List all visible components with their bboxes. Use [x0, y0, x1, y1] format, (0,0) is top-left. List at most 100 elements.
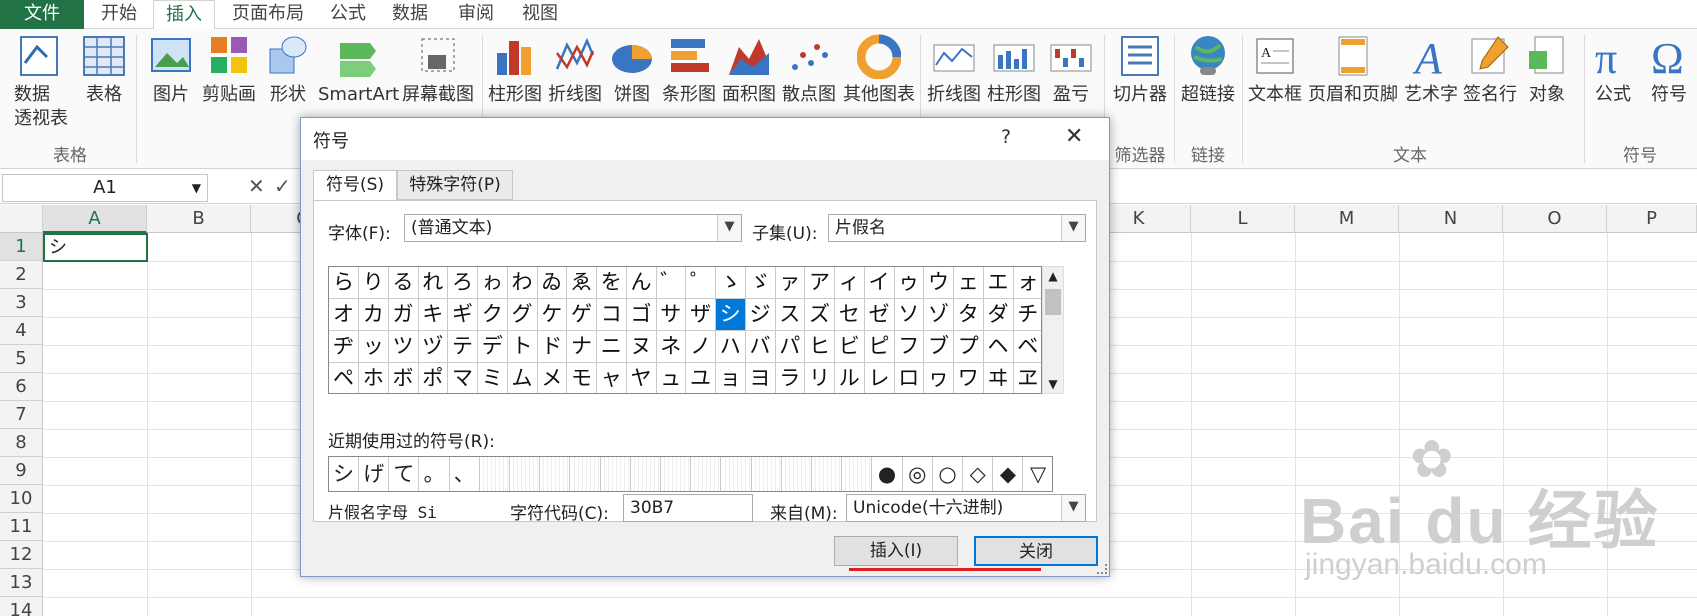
character-cell[interactable]: ド: [537, 331, 568, 363]
row-header[interactable]: 3: [0, 289, 43, 317]
character-cell[interactable]: ゑ: [567, 267, 597, 299]
row-header[interactable]: 10: [0, 485, 43, 513]
cancel-icon[interactable]: ✕: [248, 174, 265, 198]
hyperlink-button[interactable]: 超链接: [1176, 33, 1240, 107]
tab-formulas[interactable]: 公式: [322, 0, 374, 29]
character-cell[interactable]: セ: [834, 299, 865, 331]
row-header[interactable]: 9: [0, 457, 43, 485]
character-cell[interactable]: バ: [745, 331, 776, 363]
character-cell[interactable]: ス: [775, 299, 806, 331]
character-cell[interactable]: ら: [329, 267, 359, 299]
character-cell[interactable]: サ: [656, 299, 687, 331]
character-cell[interactable]: を: [596, 267, 627, 299]
row-header[interactable]: 14: [0, 597, 43, 616]
close-icon[interactable]: ✕: [1065, 124, 1083, 149]
signature-line-button[interactable]: 签名行: [1460, 33, 1520, 107]
recent-symbol-cell[interactable]: ◇: [963, 457, 994, 491]
character-cell[interactable]: ミ: [478, 363, 508, 393]
row-header[interactable]: 13: [0, 569, 43, 597]
clipart-button[interactable]: 剪贴画: [198, 33, 260, 107]
recent-symbol-cell[interactable]: ▽: [1024, 457, 1052, 491]
character-cell[interactable]: ろ: [448, 267, 478, 299]
character-cell[interactable]: ゲ: [567, 299, 597, 331]
recent-symbol-cell[interactable]: ◆: [993, 457, 1024, 491]
screenshot-button[interactable]: 屏幕截图: [400, 33, 476, 107]
character-cell[interactable]: ケ: [537, 299, 568, 331]
resize-grip-icon[interactable]: [1097, 564, 1107, 574]
character-cell[interactable]: ゛: [656, 267, 687, 299]
recent-symbol-empty-cell[interactable]: [661, 457, 692, 491]
character-cell[interactable]: オ: [329, 299, 359, 331]
tab-review[interactable]: 审阅: [450, 0, 502, 29]
recent-symbol-empty-cell[interactable]: [751, 457, 782, 491]
recent-symbol-cell[interactable]: 、: [450, 457, 480, 491]
character-cell[interactable]: ヒ: [805, 331, 835, 363]
tab-symbols[interactable]: 符号(S): [313, 170, 397, 201]
character-cell[interactable]: メ: [537, 363, 568, 393]
character-cell[interactable]: ヂ: [329, 331, 359, 363]
recent-symbol-empty-cell[interactable]: [691, 457, 722, 491]
recent-symbol-empty-cell[interactable]: [480, 457, 510, 491]
recent-symbol-cell[interactable]: ◎: [903, 457, 933, 491]
character-cell[interactable]: コ: [596, 299, 627, 331]
character-cell[interactable]: ナ: [567, 331, 597, 363]
row-header[interactable]: 6: [0, 373, 43, 401]
character-cell[interactable]: ヱ: [1013, 363, 1041, 393]
character-cell[interactable]: ポ: [418, 363, 449, 393]
character-cell[interactable]: れ: [418, 267, 449, 299]
character-cell[interactable]: り: [358, 267, 389, 299]
character-cell[interactable]: イ: [864, 267, 895, 299]
equation-button[interactable]: π 公式: [1586, 33, 1640, 107]
textbox-button[interactable]: A 文本框: [1246, 33, 1304, 107]
character-cell[interactable]: ペ: [329, 363, 359, 393]
sparkline-line-button[interactable]: 折线图: [924, 33, 984, 107]
character-cell[interactable]: ェ: [953, 267, 984, 299]
character-cell[interactable]: ゥ: [894, 267, 925, 299]
character-cell[interactable]: キ: [418, 299, 449, 331]
character-cell[interactable]: タ: [953, 299, 984, 331]
row-header[interactable]: 8: [0, 429, 43, 457]
character-cell[interactable]: フ: [894, 331, 925, 363]
header-footer-button[interactable]: 页眉和页脚: [1304, 33, 1402, 107]
character-cell[interactable]: テ: [448, 331, 478, 363]
character-cell-selected[interactable]: シ: [715, 299, 746, 331]
name-box-dropdown-icon[interactable]: ▼: [192, 175, 201, 201]
row-header[interactable]: 5: [0, 345, 43, 373]
character-cell[interactable]: ブ: [924, 331, 954, 363]
tab-data[interactable]: 数据: [384, 0, 436, 29]
select-all-corner[interactable]: [0, 205, 43, 233]
sparkline-column-button[interactable]: 柱形图: [984, 33, 1044, 107]
character-cell[interactable]: マ: [448, 363, 478, 393]
character-cell[interactable]: カ: [358, 299, 389, 331]
close-button[interactable]: 关闭: [974, 536, 1098, 566]
character-cell[interactable]: ゐ: [537, 267, 568, 299]
character-cell[interactable]: ァ: [775, 267, 806, 299]
pivot-table-button[interactable]: 数据 透视表: [4, 33, 74, 131]
character-cell[interactable]: ト: [507, 331, 538, 363]
other-charts-button[interactable]: 其他图表: [840, 33, 918, 107]
row-header[interactable]: 1: [0, 233, 43, 261]
character-cell[interactable]: ゜: [686, 267, 716, 299]
tab-home[interactable]: 开始: [88, 0, 150, 29]
character-cell[interactable]: ゞ: [745, 267, 776, 299]
character-cell[interactable]: ジ: [745, 299, 776, 331]
tab-page-layout[interactable]: 页面布局: [222, 0, 314, 29]
recent-symbol-empty-cell[interactable]: [721, 457, 752, 491]
character-cell[interactable]: ク: [477, 299, 508, 331]
character-cell[interactable]: ピ: [864, 331, 895, 363]
column-chart-button[interactable]: 柱形图: [486, 33, 544, 107]
character-cell[interactable]: ズ: [805, 299, 835, 331]
character-cell[interactable]: ヨ: [746, 363, 776, 393]
character-cell[interactable]: ゝ: [715, 267, 746, 299]
recent-symbol-empty-cell[interactable]: [600, 457, 631, 491]
character-cell[interactable]: リ: [805, 363, 835, 393]
character-cell[interactable]: ノ: [686, 331, 716, 363]
character-cell[interactable]: ャ: [597, 363, 627, 393]
table-button[interactable]: 表格: [80, 33, 128, 107]
recent-symbol-cell[interactable]: 。: [420, 457, 450, 491]
character-cell[interactable]: ョ: [716, 363, 746, 393]
enter-icon[interactable]: ✓: [274, 174, 291, 198]
column-header-o[interactable]: O: [1503, 205, 1607, 233]
column-header-p[interactable]: P: [1607, 205, 1697, 233]
tab-special-characters[interactable]: 特殊字符(P): [397, 170, 513, 200]
